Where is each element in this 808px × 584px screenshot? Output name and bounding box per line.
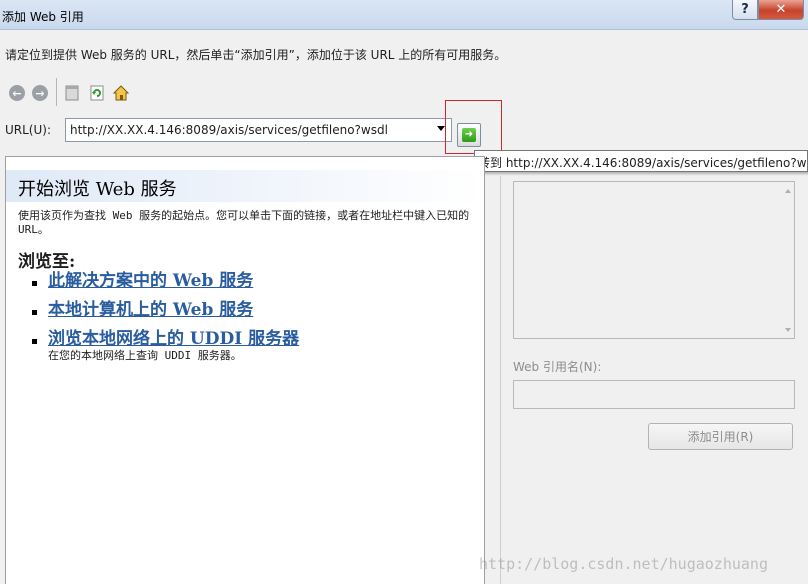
home-button[interactable] xyxy=(112,85,130,101)
forward-arrow-icon: → xyxy=(35,86,45,100)
browser-title: 开始浏览 Web 服务 xyxy=(18,179,177,200)
add-reference-button[interactable]: 添加引用(R) xyxy=(648,423,793,450)
close-icon: ✕ xyxy=(775,2,787,17)
panel-divider xyxy=(500,176,501,584)
list-item: 浏览本地网络上的 UDDI 服务器 在您的本地网络上查询 UDDI 服务器。 xyxy=(32,327,482,367)
list-item: 此解决方案中的 Web 服务 xyxy=(32,269,482,298)
watermark: http://blog.csdn.net/hugaozhuang xyxy=(479,555,768,573)
help-icon: ? xyxy=(741,2,749,17)
uddi-description: 在您的本地网络上查询 UDDI 服务器。 xyxy=(48,349,242,362)
web-reference-name-label: Web 引用名(N): xyxy=(513,360,602,374)
url-dropdown-icon[interactable] xyxy=(437,126,445,131)
add-reference-label: 添加引用(R) xyxy=(687,430,754,444)
back-button[interactable]: ← xyxy=(9,85,25,101)
scroll-down-icon[interactable] xyxy=(785,328,791,332)
back-arrow-icon: ← xyxy=(12,86,22,100)
stop-button[interactable] xyxy=(64,85,80,101)
list-item: 本地计算机上的 Web 服务 xyxy=(32,298,482,327)
local-machine-web-services-link[interactable]: 本地计算机上的 Web 服务 xyxy=(48,300,253,320)
home-icon xyxy=(112,85,130,101)
bullet-icon xyxy=(32,310,37,315)
scroll-up-icon[interactable] xyxy=(785,189,791,193)
toolbar-separator xyxy=(56,78,57,106)
refresh-button[interactable] xyxy=(89,85,105,101)
services-list[interactable] xyxy=(513,181,795,339)
browse-link-list: 此解决方案中的 Web 服务 本地计算机上的 Web 服务 浏览本地网络上的 U… xyxy=(32,269,482,367)
browser-description: 使用该页作为查找 Web 服务的起始点。您可以单击下面的链接，或者在地址栏中键入… xyxy=(18,209,470,236)
title-bar: 添加 Web 引用 ? ✕ xyxy=(0,0,808,30)
highlight-box xyxy=(445,100,502,154)
solution-web-services-link[interactable]: 此解决方案中的 Web 服务 xyxy=(48,271,253,291)
url-input[interactable]: http://XX.XX.4.146:8089/axis/services/ge… xyxy=(65,118,452,142)
web-browser-panel: 开始浏览 Web 服务 使用该页作为查找 Web 服务的起始点。您可以单击下面的… xyxy=(5,156,485,584)
refresh-icon xyxy=(90,85,104,101)
instruction-text: 请定位到提供 Web 服务的 URL，然后单击“添加引用”，添加位于该 URL … xyxy=(5,48,507,62)
url-label: URL(U): xyxy=(5,123,51,137)
bullet-icon xyxy=(32,339,37,344)
stop-icon xyxy=(65,85,79,101)
go-tooltip: 转到 http://XX.XX.4.146:8089/axis/services… xyxy=(474,150,808,172)
forward-button[interactable]: → xyxy=(32,85,48,101)
web-reference-name-input[interactable] xyxy=(513,380,795,409)
bullet-icon xyxy=(32,281,37,286)
url-input-value: http://XX.XX.4.146:8089/axis/services/ge… xyxy=(70,123,388,137)
uddi-servers-link[interactable]: 浏览本地网络上的 UDDI 服务器 xyxy=(48,329,299,349)
window-title: 添加 Web 引用 xyxy=(2,10,84,24)
close-button[interactable]: ✕ xyxy=(758,0,804,20)
help-button[interactable]: ? xyxy=(732,0,758,20)
